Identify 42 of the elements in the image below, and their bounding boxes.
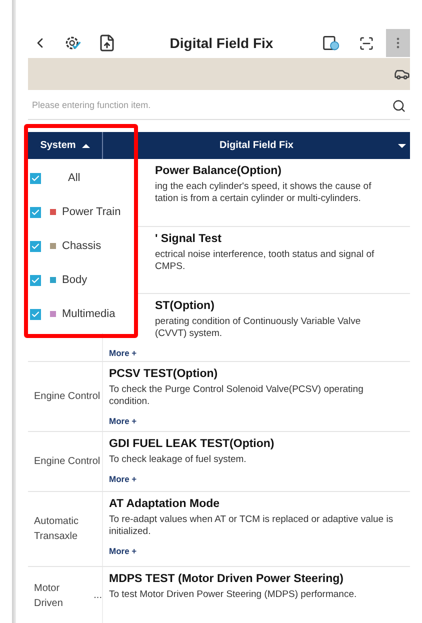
- function-title[interactable]: AT Adaptation Mode: [109, 497, 402, 511]
- function-description: To test Motor Driven Power Steering (MDPS) performance.: [109, 589, 358, 601]
- more-link[interactable]: More +: [109, 348, 137, 359]
- scan-icon[interactable]: [359, 36, 374, 50]
- page-title: Digital Field Fix: [168, 34, 274, 53]
- column-header[interactable]: Digital Field Fix: [103, 132, 410, 159]
- function-title[interactable]: GDI FUEL LEAK TEST(Option): [109, 437, 402, 451]
- checkbox[interactable]: [30, 206, 41, 218]
- filter-option[interactable]: Power Train: [62, 204, 121, 220]
- gear-check-icon[interactable]: [64, 34, 82, 52]
- more-text: ...: [94, 589, 102, 603]
- more-link[interactable]: More +: [109, 416, 137, 427]
- function-title[interactable]: ' Signal Test: [155, 232, 402, 246]
- function-description: To check leakage of fuel system.: [109, 454, 248, 466]
- function-description: ectrical noise interference, tooth status and signal of CMPS.: [155, 249, 376, 273]
- function-title[interactable]: PCSV TEST(Option): [109, 367, 402, 381]
- function-description: ing the each cylinder's speed, it shows the cause of tation is from a certain cylinder or multi-cylinders.: [155, 181, 372, 205]
- filter-option[interactable]: Multimedia: [62, 306, 116, 322]
- checkbox[interactable]: [30, 274, 41, 286]
- more-link[interactable]: More +: [109, 546, 137, 557]
- function-description: To re-adapt values when AT or TCM is replaced or adaptive value is initialized.: [109, 514, 394, 538]
- system-name: Motor Driven: [34, 582, 64, 610]
- checkbox[interactable]: [30, 240, 41, 252]
- checkbox[interactable]: [30, 172, 41, 184]
- search-field[interactable]: Please entering function item.: [32, 98, 392, 112]
- function-title[interactable]: MDPS TEST (Motor Driven Power Steering): [109, 572, 402, 586]
- more-link[interactable]: More +: [109, 474, 137, 485]
- function-title[interactable]: Power Balance(Option): [155, 164, 402, 178]
- card-coin-icon[interactable]: [321, 34, 341, 52]
- function-title[interactable]: ST(Option): [155, 299, 402, 313]
- filter-option[interactable]: Chassis: [62, 238, 102, 254]
- checkbox[interactable]: [30, 308, 41, 320]
- dropdown-icon: [398, 144, 406, 148]
- function-description: To check the Purge Control Solenoid Valve(PCSV) operating condition.: [109, 384, 364, 408]
- filter-option[interactable]: All: [68, 170, 80, 186]
- system-name: Automatic Transaxle: [34, 515, 80, 544]
- document-upload-icon[interactable]: [98, 34, 116, 52]
- system-name: Engine Control: [34, 390, 100, 404]
- search-icon[interactable]: [392, 98, 406, 112]
- filter-option[interactable]: Body: [62, 272, 88, 288]
- function-description: perating condition of Continuously Variable Valve (CVVT) system.: [155, 316, 362, 340]
- system-name: Engine Control: [34, 455, 100, 469]
